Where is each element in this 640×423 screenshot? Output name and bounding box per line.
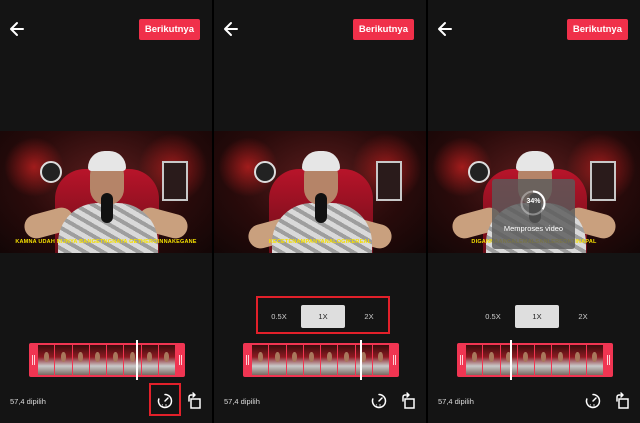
speed-icon[interactable]: 1.0 bbox=[584, 392, 602, 410]
microphone bbox=[101, 193, 113, 223]
processing-overlay: 34% Memproses video bbox=[492, 179, 575, 249]
back-arrow-icon[interactable] bbox=[8, 20, 26, 38]
trim-handle-right[interactable] bbox=[607, 355, 610, 365]
back-arrow-icon[interactable] bbox=[222, 20, 240, 38]
video-preview: KAMNA UDAH NIJNYA BANGETNGNAYA GETHEROIN… bbox=[0, 131, 212, 253]
rotate-icon[interactable] bbox=[186, 392, 204, 410]
svg-text:1.0: 1.0 bbox=[376, 403, 382, 408]
speed-option-1x[interactable]: 1X bbox=[515, 305, 559, 328]
video-subtitle: KECETENAMPANYANALOGIKEREAL bbox=[268, 239, 372, 245]
video-timeline[interactable] bbox=[243, 343, 399, 377]
rotate-icon[interactable] bbox=[614, 392, 632, 410]
background-lamp bbox=[468, 161, 490, 183]
background-lamp bbox=[254, 161, 276, 183]
trim-handle-left[interactable] bbox=[460, 355, 463, 365]
progress-percent: 34% bbox=[526, 198, 541, 205]
processing-label: Memproses video bbox=[503, 224, 564, 233]
playhead[interactable] bbox=[510, 340, 512, 380]
video-preview: KECETENAMPANYANALOGIKEREAL bbox=[214, 131, 426, 253]
speed-option-0-5x[interactable]: 0.5X bbox=[475, 305, 511, 328]
frame-strip bbox=[252, 345, 390, 375]
highlight-speed-icon bbox=[149, 383, 181, 416]
background-shelf bbox=[590, 161, 616, 201]
selected-duration: 57,4 dipilih bbox=[10, 397, 46, 406]
editor-panel-1: Berikutnya KAMNA UDAH NIJNYA BANGETNGNAY… bbox=[0, 0, 212, 423]
background-lamp bbox=[40, 161, 62, 183]
trim-handle-left[interactable] bbox=[246, 355, 249, 365]
video-subtitle: KAMNA UDAH NIJNYA BANGETNGNAYA GETHEROIN… bbox=[15, 239, 197, 245]
microphone bbox=[315, 193, 327, 223]
video-timeline[interactable] bbox=[29, 343, 185, 377]
editor-panel-3: Berikutnya DIGANNAANGALEMALSANLEREONTINA… bbox=[428, 0, 640, 423]
playhead[interactable] bbox=[360, 340, 362, 380]
speed-option-2x[interactable]: 2X bbox=[563, 305, 603, 328]
selected-duration: 57,4 dipilih bbox=[224, 397, 260, 406]
frame-strip bbox=[466, 345, 604, 375]
next-button[interactable]: Berikutnya bbox=[566, 19, 628, 40]
background-shelf bbox=[162, 161, 188, 201]
speed-icon[interactable]: 1.0 bbox=[370, 392, 388, 410]
next-button[interactable]: Berikutnya bbox=[352, 19, 414, 40]
frame-strip bbox=[38, 345, 176, 375]
background-shelf bbox=[376, 161, 402, 201]
rotate-icon[interactable] bbox=[400, 392, 418, 410]
selected-duration: 57,4 dipilih bbox=[438, 397, 474, 406]
highlight-speed-options bbox=[256, 296, 390, 334]
trim-handle-right[interactable] bbox=[393, 355, 396, 365]
trim-handle-right[interactable] bbox=[179, 355, 182, 365]
playhead[interactable] bbox=[136, 340, 138, 380]
svg-text:1.0: 1.0 bbox=[590, 403, 596, 408]
next-button[interactable]: Berikutnya bbox=[138, 19, 200, 40]
video-timeline[interactable] bbox=[457, 343, 613, 377]
speed-selector: 0.5X 1X 2X bbox=[475, 305, 603, 328]
trim-handle-left[interactable] bbox=[32, 355, 35, 365]
back-arrow-icon[interactable] bbox=[436, 20, 454, 38]
editor-panel-2: Berikutnya KECETENAMPANYANALOGIKEREAL 0.… bbox=[214, 0, 426, 423]
